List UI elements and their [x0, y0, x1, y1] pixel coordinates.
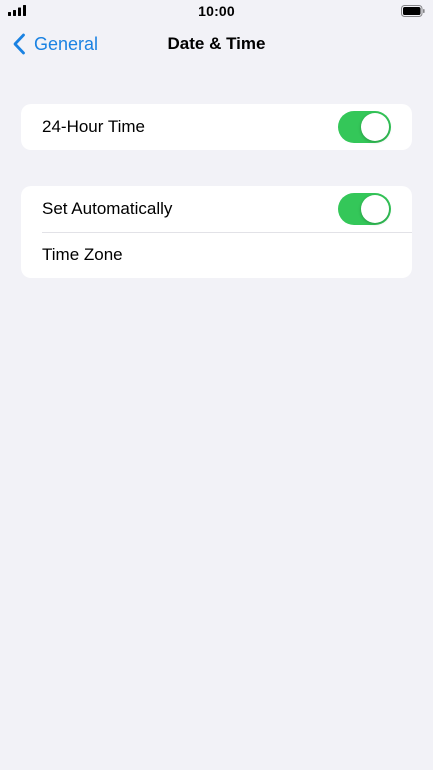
- settings-group-automatic: Set Automatically Time Zone: [21, 186, 412, 278]
- status-bar: 10:00: [0, 0, 433, 22]
- setting-label-24-hour-time: 24-Hour Time: [42, 117, 145, 136]
- status-time: 10:00: [198, 3, 235, 19]
- battery-icon: [401, 5, 425, 17]
- setting-row-24-hour-time: 24-Hour Time: [21, 104, 412, 150]
- toggle-set-automatically[interactable]: [338, 193, 391, 225]
- toggle-knob: [361, 195, 389, 223]
- toggle-knob: [361, 113, 389, 141]
- setting-label-set-automatically: Set Automatically: [42, 199, 173, 218]
- setting-row-set-automatically: Set Automatically: [21, 186, 412, 232]
- navigation-bar: General Date & Time: [0, 22, 433, 66]
- page-title: Date & Time: [167, 34, 266, 53]
- settings-group-time-format: 24-Hour Time: [21, 104, 412, 150]
- setting-label-time-zone: Time Zone: [42, 245, 123, 264]
- toggle-24-hour-time[interactable]: [338, 111, 391, 143]
- setting-row-time-zone[interactable]: Time Zone: [21, 232, 412, 278]
